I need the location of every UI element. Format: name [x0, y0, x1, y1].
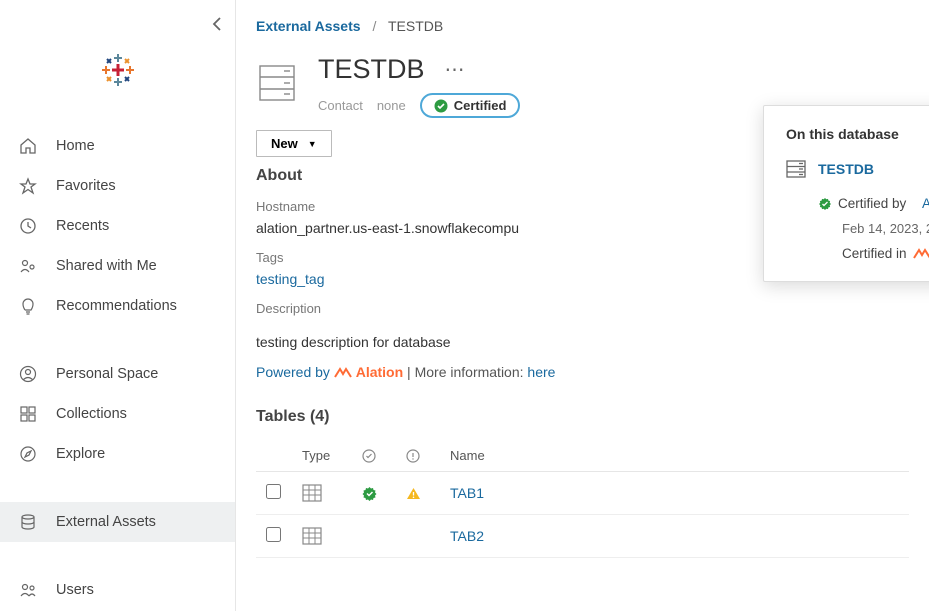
sidebar: Home Favorites Recents Shared with Me Re…	[0, 0, 236, 611]
nav-explore[interactable]: Explore	[0, 434, 235, 474]
collapse-sidebar-button[interactable]	[211, 15, 223, 33]
nav-favorites[interactable]: Favorites	[0, 166, 235, 206]
star-icon	[18, 176, 38, 196]
breadcrumb-current: TESTDB	[388, 18, 443, 34]
nav-label: Home	[56, 138, 95, 154]
home-icon	[18, 136, 38, 156]
more-info-link[interactable]: here	[527, 364, 555, 380]
certified-by-label: Certified by	[838, 196, 906, 211]
shared-icon	[18, 256, 38, 276]
more-actions-button[interactable]: ⋯	[445, 57, 467, 82]
nav-home[interactable]: Home	[0, 126, 235, 166]
tables-table: Type Name TAB1	[256, 440, 909, 558]
person-icon	[18, 364, 38, 384]
nav-label: Personal Space	[56, 366, 158, 382]
certified-check-icon	[434, 99, 448, 113]
certified-label: Certified	[454, 98, 507, 113]
page-title: TESTDB	[318, 54, 425, 85]
popover-title: On this database	[786, 126, 929, 142]
powered-by-link[interactable]: Powered by Alation	[256, 364, 403, 380]
lightbulb-icon	[18, 296, 38, 316]
database-icon	[18, 512, 38, 532]
nav-label: Explore	[56, 446, 105, 462]
certification-date: Feb 14, 2023, 2:31 PM	[786, 221, 929, 236]
description-value: testing description for database	[256, 334, 909, 350]
compass-icon	[18, 444, 38, 464]
certified-by-user[interactable]: Administrator	[922, 196, 929, 211]
table-type-icon	[292, 515, 352, 558]
certified-badge[interactable]: Certified	[420, 93, 521, 118]
col-type[interactable]: Type	[292, 440, 352, 472]
tag-link[interactable]: testing_tag	[256, 271, 325, 287]
clock-icon	[18, 216, 38, 236]
table-row: TAB2	[256, 515, 909, 558]
description-label: Description	[256, 301, 909, 316]
new-button-label: New	[271, 136, 298, 151]
caret-down-icon: ▼	[308, 139, 317, 149]
certified-icon	[352, 472, 396, 515]
tables-heading: Tables (4)	[256, 408, 909, 426]
nav-label: Collections	[56, 406, 127, 422]
database-large-icon	[256, 62, 298, 104]
breadcrumb: External Assets / TESTDB	[236, 18, 929, 54]
certified-in-label: Certified in	[842, 246, 907, 261]
breadcrumb-root[interactable]: External Assets	[256, 18, 361, 34]
nav-users[interactable]: Users	[0, 570, 235, 610]
col-name[interactable]: Name	[440, 440, 909, 472]
nav-label: External Assets	[56, 514, 156, 530]
users-icon	[18, 580, 38, 600]
nav-recents[interactable]: Recents	[0, 206, 235, 246]
contact-value: none	[377, 98, 406, 113]
col-certified[interactable]	[352, 440, 396, 472]
nav-label: Shared with Me	[56, 258, 157, 274]
col-checkbox	[256, 440, 292, 472]
table-type-icon	[292, 472, 352, 515]
col-warning[interactable]	[396, 440, 440, 472]
nav-shared[interactable]: Shared with Me	[0, 246, 235, 286]
certification-popover: On this database TESTDB Certified by Adm…	[763, 105, 929, 282]
nav-label: Recommendations	[56, 298, 177, 314]
powered-by-row: Powered by Alation | More information: h…	[256, 364, 909, 380]
nav-label: Users	[56, 582, 94, 598]
table-name-link[interactable]: TAB1	[450, 485, 484, 501]
nav-personal-space[interactable]: Personal Space	[0, 354, 235, 394]
certified-check-icon	[818, 197, 832, 211]
breadcrumb-separator: /	[364, 18, 384, 34]
new-button[interactable]: New ▼	[256, 130, 332, 157]
collections-icon	[18, 404, 38, 424]
row-checkbox[interactable]	[266, 484, 281, 499]
database-small-icon	[786, 160, 806, 178]
alation-logo-icon	[913, 247, 929, 261]
row-checkbox[interactable]	[266, 527, 281, 542]
nav-label: Favorites	[56, 178, 116, 194]
nav-collections[interactable]: Collections	[0, 394, 235, 434]
nav-label: Recents	[56, 218, 109, 234]
table-row: TAB1	[256, 472, 909, 515]
main-content: External Assets / TESTDB TESTDB ⋯ Contac…	[236, 0, 929, 611]
popover-db-name[interactable]: TESTDB	[818, 161, 874, 177]
nav-recommendations[interactable]: Recommendations	[0, 286, 235, 326]
warning-icon	[396, 472, 440, 515]
table-name-link[interactable]: TAB2	[450, 528, 484, 544]
contact-label: Contact	[318, 98, 363, 113]
tableau-logo	[0, 0, 235, 120]
nav-external-assets[interactable]: External Assets	[0, 502, 235, 542]
